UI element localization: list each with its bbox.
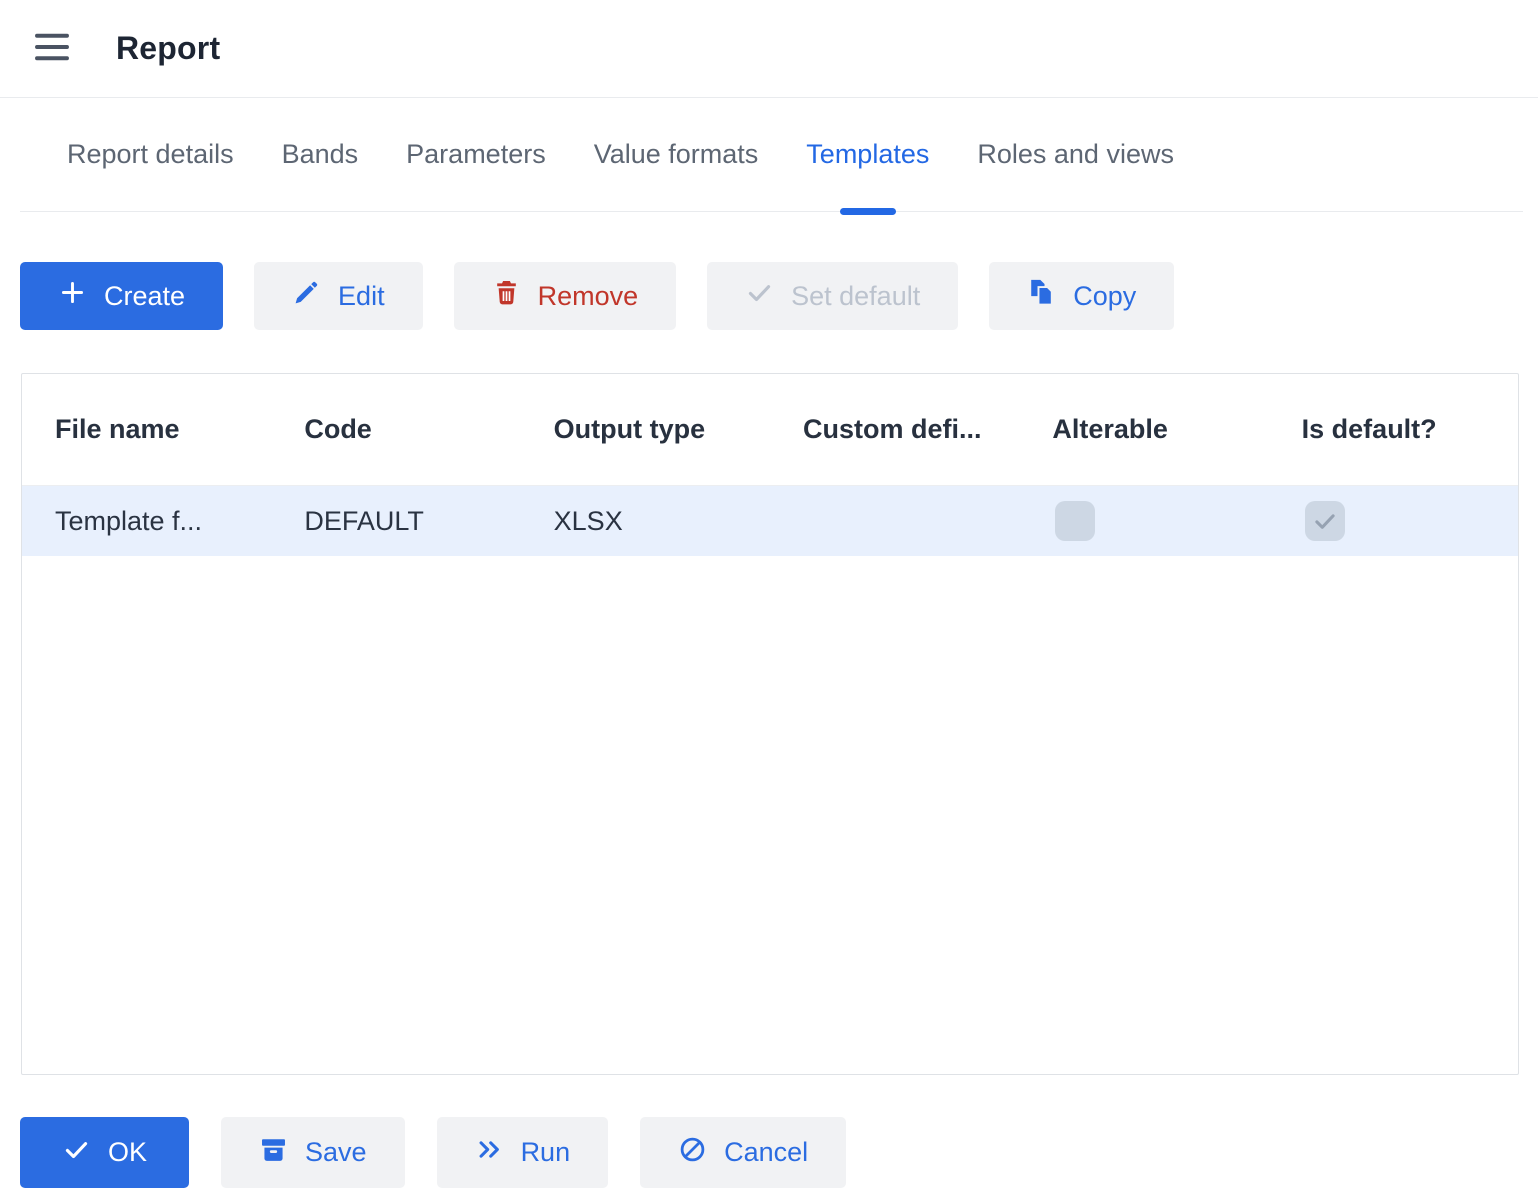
- cell-output-type: XLSX: [521, 506, 770, 537]
- tab-value-formats[interactable]: Value formats: [594, 98, 759, 211]
- cell-code: DEFAULT: [271, 506, 520, 537]
- column-header-alterable[interactable]: Alterable: [1019, 414, 1268, 445]
- remove-button-label: Remove: [538, 281, 639, 312]
- ban-icon: [678, 1135, 707, 1171]
- ok-button-label: OK: [108, 1137, 147, 1168]
- check-icon: [62, 1135, 91, 1171]
- edit-button[interactable]: Edit: [254, 262, 423, 330]
- save-button-label: Save: [305, 1137, 367, 1168]
- column-header-output-type[interactable]: Output type: [521, 414, 770, 445]
- cancel-button-label: Cancel: [724, 1137, 808, 1168]
- cell-file-name: Template f...: [22, 506, 271, 537]
- table-row[interactable]: Template f... DEFAULT XLSX: [22, 486, 1518, 556]
- cell-alterable: [1019, 501, 1268, 541]
- column-header-is-default[interactable]: Is default?: [1269, 414, 1518, 445]
- copy-button-label: Copy: [1073, 281, 1136, 312]
- check-icon: [1312, 508, 1338, 534]
- create-button[interactable]: Create: [20, 262, 223, 330]
- column-header-file-name[interactable]: File name: [22, 414, 271, 445]
- top-bar: Report: [0, 0, 1538, 98]
- column-header-custom-definition[interactable]: Custom defi...: [770, 414, 1019, 445]
- remove-button[interactable]: Remove: [454, 262, 677, 330]
- archive-icon: [259, 1135, 288, 1171]
- trash-icon: [492, 278, 521, 314]
- is-default-checkbox: [1305, 501, 1345, 541]
- table-header-row: File name Code Output type Custom defi..…: [22, 374, 1518, 486]
- double-chevron-right-icon: [475, 1135, 504, 1171]
- tab-roles-and-views[interactable]: Roles and views: [977, 98, 1174, 211]
- footer-actions: OK Save Run Cancel: [20, 1117, 1538, 1188]
- save-button[interactable]: Save: [221, 1117, 405, 1188]
- alterable-checkbox: [1055, 501, 1095, 541]
- templates-table: File name Code Output type Custom defi..…: [21, 373, 1519, 1075]
- copy-icon: [1027, 278, 1056, 314]
- cancel-button[interactable]: Cancel: [640, 1117, 846, 1188]
- create-button-label: Create: [104, 281, 185, 312]
- tab-parameters[interactable]: Parameters: [406, 98, 546, 211]
- pencil-icon: [292, 278, 321, 314]
- tab-report-details[interactable]: Report details: [67, 98, 234, 211]
- page-title: Report: [116, 30, 220, 67]
- run-button[interactable]: Run: [437, 1117, 609, 1188]
- tab-bands[interactable]: Bands: [282, 98, 359, 211]
- tab-templates[interactable]: Templates: [806, 98, 929, 211]
- column-header-code[interactable]: Code: [271, 414, 520, 445]
- tab-bar: Report details Bands Parameters Value fo…: [20, 98, 1523, 212]
- cell-is-default: [1269, 501, 1518, 541]
- copy-button[interactable]: Copy: [989, 262, 1174, 330]
- set-default-button[interactable]: Set default: [707, 262, 958, 330]
- check-icon: [745, 278, 774, 314]
- set-default-button-label: Set default: [791, 281, 920, 312]
- plus-icon: [58, 278, 87, 314]
- ok-button[interactable]: OK: [20, 1117, 189, 1188]
- edit-button-label: Edit: [338, 281, 385, 312]
- hamburger-icon: [34, 32, 70, 65]
- templates-toolbar: Create Edit Remove Set default: [20, 262, 1538, 330]
- menu-button[interactable]: [30, 29, 74, 69]
- run-button-label: Run: [521, 1137, 571, 1168]
